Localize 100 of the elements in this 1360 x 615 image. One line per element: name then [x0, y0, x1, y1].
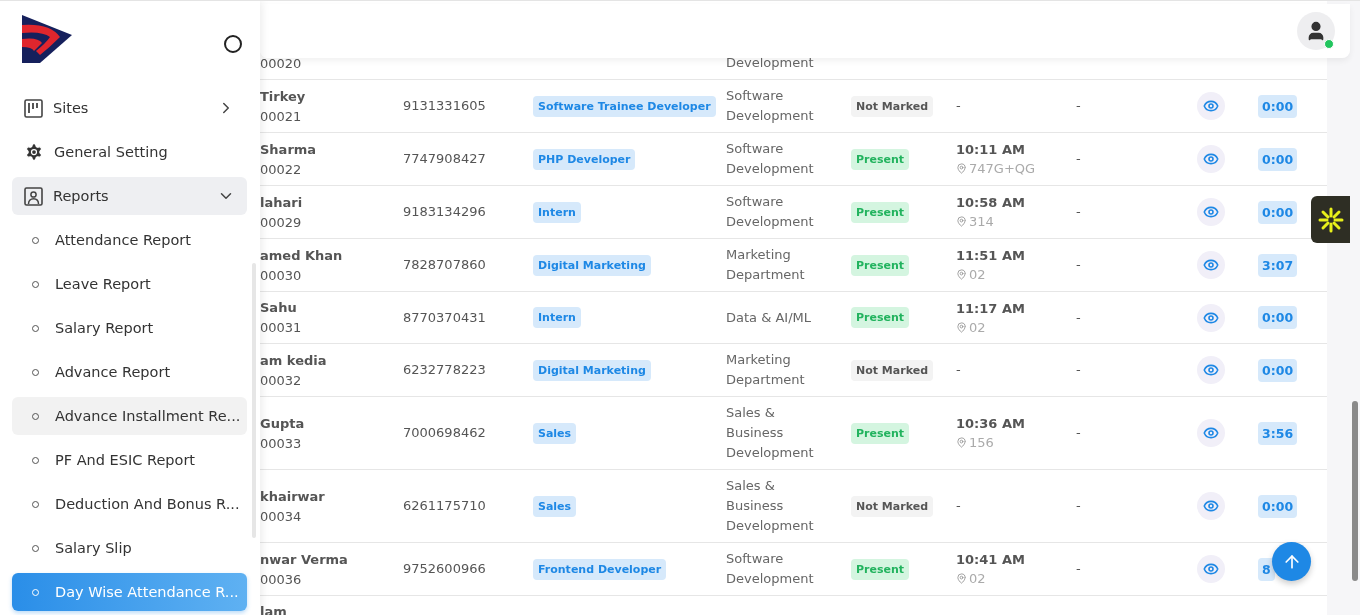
employee-id: 00022: [260, 160, 303, 179]
check-in-time: 10:36 AM: [956, 415, 1026, 433]
eye-icon: [1203, 498, 1219, 514]
hours-tag: 0:00: [1258, 147, 1298, 171]
location-pin-icon: [956, 269, 967, 280]
eye-icon: [1203, 257, 1219, 273]
status-tag: Not Marked: [851, 495, 933, 517]
toggle-circle-icon[interactable]: [224, 35, 242, 53]
widget-tab[interactable]: [1311, 196, 1350, 243]
hours-tag: 0:00: [1258, 494, 1298, 518]
status-tag: Present: [851, 254, 910, 276]
employee-name: nwar Verma: [260, 550, 349, 569]
asterisk-icon: [1317, 206, 1344, 233]
sidebar-subitem[interactable]: Attendance Report: [12, 221, 247, 259]
location-text: 02: [969, 570, 986, 588]
board-icon: [24, 98, 43, 118]
status-tag: Not Marked: [851, 95, 933, 117]
avatar[interactable]: [1297, 12, 1335, 50]
table-cell-text: -: [1076, 560, 1082, 578]
employee-name: lahari: [260, 193, 304, 212]
status-tag: Present: [851, 307, 910, 328]
table-cell-text: -: [956, 97, 962, 115]
table-cell-text: 9183134296: [403, 203, 487, 221]
sidebar-subitem[interactable]: Advance Installment Re...: [12, 397, 247, 435]
hours-tag: 0:00: [1258, 306, 1298, 329]
table-cell-text: 7000698462: [403, 424, 487, 442]
sidebar-item[interactable]: Reports: [12, 177, 247, 215]
check-in-time: 11:51 AM: [956, 247, 1026, 265]
sidebar-item[interactable]: Sites: [12, 89, 247, 127]
view-button[interactable]: [1197, 145, 1225, 173]
location-pin-icon: [956, 437, 967, 448]
employee-id: 00034: [260, 507, 303, 526]
designation-tag: Intern: [533, 307, 581, 328]
location-text: 02: [969, 266, 986, 284]
view-button[interactable]: [1197, 356, 1225, 384]
hours-tag: 0:00: [1258, 200, 1298, 224]
location-pin-icon: [956, 321, 967, 333]
location-text: 02: [969, 318, 986, 337]
status-tag: Present: [851, 558, 910, 580]
employee-name: am kedia: [260, 351, 328, 370]
view-button[interactable]: [1197, 555, 1225, 583]
eye-icon: [1203, 561, 1219, 577]
view-button[interactable]: [1197, 251, 1225, 279]
employee-id: 00036: [260, 570, 303, 589]
view-button[interactable]: [1197, 92, 1225, 120]
table-cell-text: -: [1076, 308, 1082, 327]
designation-tag: Sales: [533, 422, 577, 444]
view-button[interactable]: [1197, 198, 1225, 226]
table-cell-text: Sales & Business Development: [726, 477, 815, 535]
sidebar-subitem[interactable]: Salary Slip: [12, 529, 247, 567]
eye-icon: [1203, 425, 1219, 441]
employee-name: Gupta: [260, 414, 306, 433]
employee-id: 00032: [260, 371, 303, 390]
employee-name: Tirkey: [260, 87, 307, 106]
status-tag: Not Marked: [851, 359, 933, 381]
settings-icon: [24, 142, 44, 162]
sidebar-subitem[interactable]: Leave Report: [12, 265, 247, 303]
eye-icon: [1203, 362, 1219, 378]
employee-name: Sahu: [260, 299, 298, 317]
table-cell-text: -: [1076, 203, 1082, 221]
status-tag: Present: [851, 201, 910, 223]
table-cell-text: -: [1076, 150, 1082, 168]
designation-tag: Software Trainee Developer: [533, 95, 716, 117]
eye-icon: [1203, 151, 1219, 167]
designation-tag: Digital Marketing: [533, 359, 651, 381]
sidebar-subitem[interactable]: PF And ESIC Report: [12, 441, 247, 479]
table-cell-text: Marketing Department: [726, 351, 806, 389]
eye-icon: [1203, 98, 1219, 114]
sidebar-subitem[interactable]: Advance Report: [12, 353, 247, 391]
view-button[interactable]: [1197, 303, 1225, 332]
table-cell-text: Sales & Business Development: [726, 404, 815, 462]
logo-icon: [20, 13, 74, 65]
scrollbar-thumb[interactable]: [1352, 401, 1358, 581]
table-cell-text: Software Development: [726, 87, 815, 125]
sidebar-subitem[interactable]: Deduction And Bonus R...: [12, 485, 247, 523]
status-tag: Present: [851, 148, 910, 170]
table-cell-text: 9752600966: [403, 560, 487, 578]
designation-tag: Intern: [533, 201, 581, 223]
hours-tag: 3:07: [1258, 253, 1298, 277]
designation-tag: Frontend Developer: [533, 558, 667, 580]
table-cell-text: -: [1076, 497, 1082, 515]
status-tag: Present: [851, 422, 910, 444]
table-cell-text: -: [956, 497, 962, 515]
user-card-icon: [24, 186, 43, 206]
sidebar-item[interactable]: General Setting: [12, 133, 247, 171]
sidebar-subitem[interactable]: Salary Report: [12, 309, 247, 347]
table-cell-text: -: [956, 361, 962, 379]
designation-tag: Sales: [533, 495, 577, 517]
table-cell-text: 7828707860: [403, 256, 487, 274]
location-text: 747G+QG: [969, 160, 1036, 178]
employee-id: 00033: [260, 434, 303, 453]
view-button[interactable]: [1197, 419, 1225, 447]
check-in-time: 10:11 AM: [956, 141, 1026, 159]
table-cell-text: -: [1076, 361, 1082, 379]
employee-id: 00029: [260, 213, 303, 232]
hours-tag: 0:00: [1258, 94, 1298, 118]
check-in-time: 10:41 AM: [956, 551, 1026, 569]
designation-tag: Digital Marketing: [533, 254, 651, 276]
view-button[interactable]: [1197, 492, 1225, 520]
table-cell-text: Development: [726, 54, 815, 72]
